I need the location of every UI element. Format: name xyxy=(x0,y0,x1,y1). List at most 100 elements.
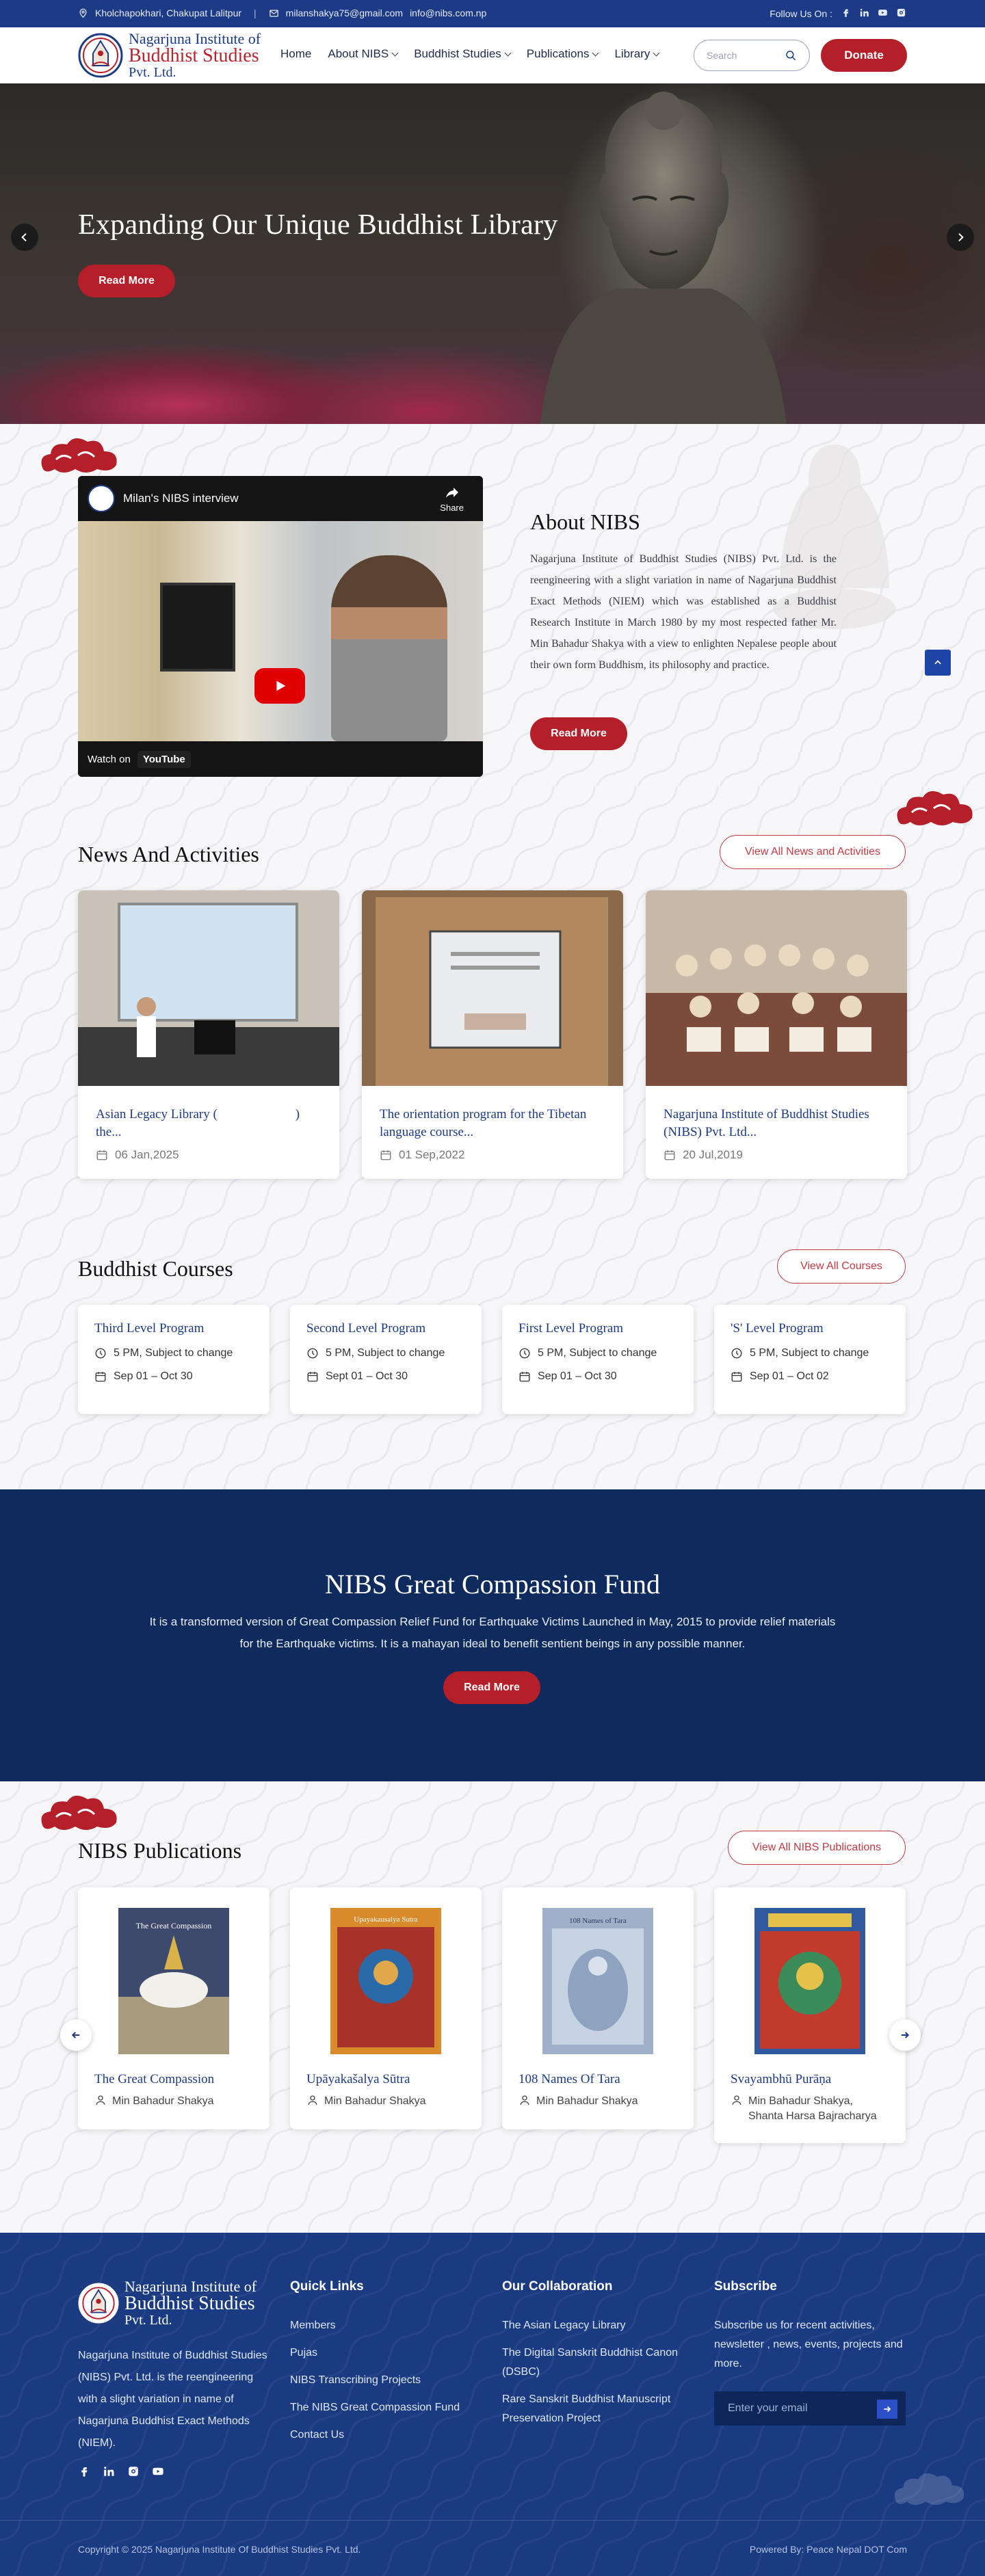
youtube-icon[interactable] xyxy=(152,2465,164,2478)
search-input[interactable]: Search xyxy=(694,40,810,71)
footer-logo[interactable]: Nagarjuna Institute of Buddhist Studies … xyxy=(78,2279,257,2327)
publication-author-text: Min Bahadur Shakya xyxy=(536,2095,638,2107)
instagram-icon[interactable] xyxy=(896,8,906,20)
courses-heading: Buddhist Courses xyxy=(78,1256,233,1281)
footer-link-transcribing[interactable]: NIBS Transcribing Projects xyxy=(290,2371,468,2390)
watch-on-label[interactable]: Watch on xyxy=(88,754,131,765)
course-card[interactable]: 'S' Level Program 5 PM, Subject to chang… xyxy=(714,1305,906,1414)
video-title[interactable]: Milan's NIBS interview xyxy=(123,492,239,505)
publications-next-button[interactable] xyxy=(889,2019,921,2051)
publication-author-text: Min Bahadur Shakya xyxy=(112,2095,214,2107)
share-label: Share xyxy=(440,503,464,513)
news-title[interactable]: Nagarjuna Institute of Buddhist Studies … xyxy=(664,1106,889,1141)
youtube-icon[interactable] xyxy=(878,8,888,20)
publication-title[interactable]: Upāyakašalya Sūtra xyxy=(306,2072,465,2087)
clock-icon xyxy=(95,1348,106,1359)
arrow-left-icon xyxy=(71,2032,80,2039)
nav-home[interactable]: Home xyxy=(280,47,311,61)
publication-title[interactable]: 108 Names Of Tara xyxy=(518,2072,677,2087)
footer-link-pujas[interactable]: Pujas xyxy=(290,2343,468,2363)
powered-by-link[interactable]: Powered By: Peace Nepal DOT Com xyxy=(750,2544,907,2555)
hero-slider: Expanding Our Unique Buddhist Library Re… xyxy=(0,83,985,424)
footer-link-asian-legacy[interactable]: The Asian Legacy Library xyxy=(502,2316,680,2335)
location-icon xyxy=(79,8,87,18)
view-all-publications-button[interactable]: View All NIBS Publications xyxy=(728,1831,906,1865)
publication-title[interactable]: The Great Compassion xyxy=(94,2072,253,2087)
youtube-video-embed[interactable]: Milan's NIBS interview Share Watch on Yo… xyxy=(78,476,483,777)
instagram-icon[interactable] xyxy=(127,2465,140,2478)
scroll-to-top-button[interactable] xyxy=(925,650,951,676)
cloud-ornament-icon xyxy=(41,438,117,473)
facebook-icon[interactable] xyxy=(78,2465,90,2478)
news-card[interactable]: Nagarjuna Institute of Buddhist Studies … xyxy=(646,890,907,1179)
linkedin-icon[interactable] xyxy=(859,8,869,20)
course-dates: Sep 01 – Oct 30 xyxy=(518,1370,677,1383)
footer-link-manuscript[interactable]: Rare Sanskrit Buddhist Manuscript Preser… xyxy=(502,2390,680,2428)
about-read-more-button[interactable]: Read More xyxy=(530,717,627,750)
publication-card[interactable]: Upayakausalya Sutra Upāyakašalya Sūtra M… xyxy=(290,1887,482,2129)
book-cover-upayakausalya: Upayakausalya Sutra xyxy=(330,1908,441,2054)
donate-button[interactable]: Donate xyxy=(821,39,907,72)
course-dates: Sep 01 – Oct 02 xyxy=(731,1370,889,1383)
subscribe-email-input[interactable]: Enter your email xyxy=(714,2391,906,2426)
hero-next-arrow[interactable] xyxy=(947,224,974,251)
email-link-info[interactable]: info@nibs.com.np xyxy=(410,8,486,18)
publication-card[interactable]: 108 Names of Tara 108 Names Of Tara Min … xyxy=(502,1887,694,2129)
email-link[interactable]: milanshakya75@gmail.com xyxy=(286,8,403,18)
nav-library[interactable]: Library xyxy=(614,47,660,61)
video-share-button[interactable]: Share xyxy=(440,484,464,513)
footer-description: Nagarjuna Institute of Buddhist Studies … xyxy=(78,2350,267,2449)
publication-author: Min Bahadur Shakya xyxy=(518,2094,677,2109)
footer-divider xyxy=(0,2520,985,2521)
subscribe-heading: Subscribe xyxy=(714,2279,777,2294)
hero-read-more-button[interactable]: Read More xyxy=(78,265,175,297)
fund-read-more-button[interactable]: Read More xyxy=(443,1671,540,1704)
compassion-fund-section: NIBS Great Compassion Fund It is a trans… xyxy=(0,1489,985,1781)
publications-prev-button[interactable] xyxy=(60,2019,92,2051)
course-title[interactable]: 'S' Level Program xyxy=(731,1321,889,1336)
course-card[interactable]: Second Level Program 5 PM, Subject to ch… xyxy=(290,1305,482,1414)
nav-buddhist-studies-label: Buddhist Studies xyxy=(414,47,501,60)
course-dates: Sep 01 – Oct 30 xyxy=(94,1370,253,1383)
news-title[interactable]: The orientation program for the Tibetan … xyxy=(380,1106,605,1141)
publication-card[interactable]: Svayambhū Purāṇa Min Bahadur Shakya, Sha… xyxy=(714,1887,906,2143)
mail-icon xyxy=(269,10,278,16)
nav-buddhist-studies[interactable]: Buddhist Studies xyxy=(414,47,512,61)
search-icon[interactable] xyxy=(785,49,797,62)
channel-avatar[interactable] xyxy=(88,485,115,512)
course-card[interactable]: Third Level Program 5 PM, Subject to cha… xyxy=(78,1305,270,1414)
quick-links-heading: Quick Links xyxy=(290,2279,364,2294)
user-icon xyxy=(96,2095,105,2105)
site-logo[interactable]: Nagarjuna Institute of Buddhist Studies … xyxy=(78,31,261,79)
view-all-courses-button[interactable]: View All Courses xyxy=(777,1249,906,1284)
news-card[interactable]: The orientation program for the Tibetan … xyxy=(362,890,623,1179)
course-time-text: 5 PM, Subject to change xyxy=(114,1347,233,1359)
publication-title[interactable]: Svayambhū Purāṇa xyxy=(731,2072,889,2087)
course-title[interactable]: Second Level Program xyxy=(306,1321,465,1336)
course-title[interactable]: Third Level Program xyxy=(94,1321,253,1336)
nav-publications[interactable]: Publications xyxy=(527,47,599,61)
user-icon xyxy=(520,2095,529,2105)
publication-card[interactable]: The Great Compassion The Great Compassio… xyxy=(78,1887,270,2129)
play-button[interactable] xyxy=(254,668,305,704)
facebook-icon[interactable] xyxy=(841,8,851,20)
course-title[interactable]: First Level Program xyxy=(518,1321,677,1336)
youtube-logo[interactable]: YouTube xyxy=(137,750,191,768)
footer-link-members[interactable]: Members xyxy=(290,2316,468,2335)
linkedin-icon[interactable] xyxy=(103,2465,115,2478)
news-title[interactable]: Asian Legacy Library ( ) the... xyxy=(96,1106,321,1141)
subscribe-submit-button[interactable] xyxy=(877,2400,897,2419)
video-thumbnail[interactable] xyxy=(78,521,483,741)
footer-link-dsbc[interactable]: The Digital Sanskrit Buddhist Canon (DSB… xyxy=(502,2343,680,2382)
footer-link-compassion-fund[interactable]: The NIBS Great Compassion Fund xyxy=(290,2398,468,2417)
hero-prev-arrow[interactable] xyxy=(11,224,38,251)
cover-text: The Great Compassion xyxy=(136,1921,212,1930)
chevron-down-icon xyxy=(391,49,399,56)
view-all-news-button[interactable]: View All News and Activities xyxy=(720,835,906,869)
nav-about[interactable]: About NIBS xyxy=(328,47,399,61)
news-card[interactable]: Asian Legacy Library ( ) the... 06 Jan,2… xyxy=(78,890,339,1179)
course-card[interactable]: First Level Program 5 PM, Subject to cha… xyxy=(502,1305,694,1414)
chevron-right-icon xyxy=(958,233,964,242)
news-date-text: 01 Sep,2022 xyxy=(399,1148,465,1161)
footer-link-contact[interactable]: Contact Us xyxy=(290,2426,468,2445)
